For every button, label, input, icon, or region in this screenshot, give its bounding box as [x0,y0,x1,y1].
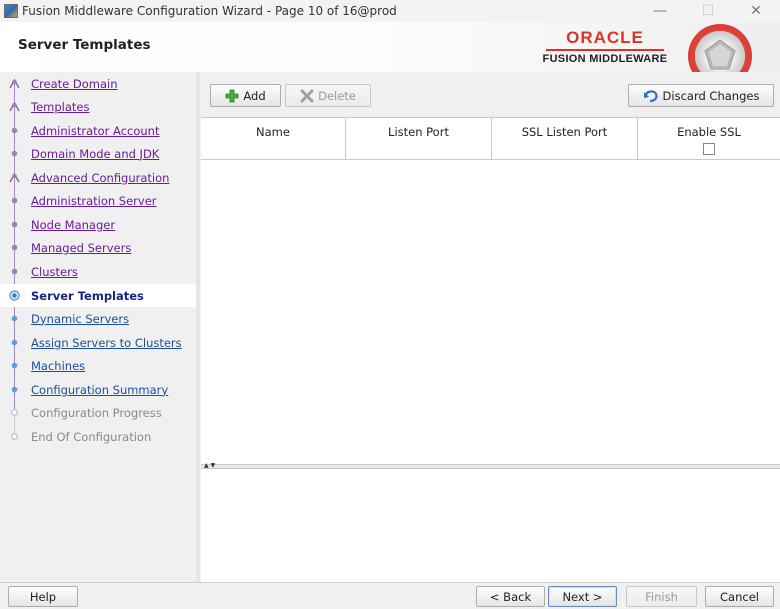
server-templates-table[interactable]: Name Listen Port SSL Listen Port Enable … [201,117,780,464]
nav-item-end-of-configuration: End Of Configuration [0,425,196,448]
nav-item-managed-servers[interactable]: Managed Servers [0,236,196,259]
column-header-ssl-listen-port[interactable]: SSL Listen Port [492,118,638,160]
table-header: Name Listen Port SSL Listen Port Enable … [201,118,780,160]
delete-x-icon [300,89,314,103]
nav-item-label: Machines [31,358,86,373]
nav-item-domain-mode-jdk[interactable]: Domain Mode and JDK [0,142,196,165]
step-complete-icon [11,244,18,251]
main-content: Add Delete Discard Changes Name Listen P… [200,72,780,582]
step-complete-icon [11,127,18,134]
column-header-enable-ssl[interactable]: Enable SSL [638,118,780,160]
step-pending-icon [11,386,18,393]
enable-ssl-all-checkbox[interactable] [703,143,715,155]
step-pending-icon [11,362,18,369]
step-disabled-icon [11,409,18,416]
delete-button-label: Delete [318,88,356,103]
nav-item-label: Node Manager [31,217,116,232]
nav-item-dynamic-servers[interactable]: Dynamic Servers [0,307,196,330]
nav-item-label: Templates [31,99,90,114]
page-title: Server Templates [18,37,151,53]
nav-item-clusters[interactable]: Clusters [0,260,196,283]
finish-button[interactable]: Finish [626,586,697,607]
step-complete-icon [11,268,18,275]
page-header: Server Templates ORACLE FUSION MIDDLEWAR… [0,22,780,88]
nav-item-label: Create Domain [31,76,118,91]
undo-icon [643,89,659,103]
nav-item-assign-servers-to-clusters[interactable]: Assign Servers to Clusters [0,331,196,354]
step-current-icon [9,290,20,301]
minimize-icon: — [653,3,667,19]
maximize-icon: ☐ [701,3,715,19]
nav-item-templates[interactable]: Templates [0,95,196,118]
fusion-middleware-wordmark: FUSION MIDDLEWARE [542,53,668,65]
step-complete-icon [11,221,18,228]
close-button[interactable]: ✕ [732,0,780,22]
nav-item-label: Configuration Summary [31,382,169,397]
step-complete-icon [11,197,18,204]
minimize-button[interactable]: — [636,0,684,22]
wizard-footer: Help < Back Next > Finish Cancel [0,582,780,609]
step-complete-icon [9,172,20,183]
next-button[interactable]: Next > [548,586,617,607]
step-complete-icon [11,150,18,157]
cancel-button[interactable]: Cancel [705,586,774,607]
logo-divider [546,49,664,51]
discard-changes-button[interactable]: Discard Changes [628,84,774,107]
add-button[interactable]: Add [210,84,281,107]
details-pane [201,469,780,582]
nav-item-label: Advanced Configuration [31,170,170,185]
oracle-wordmark: ORACLE [566,28,644,47]
nav-item-label: Assign Servers to Clusters [31,335,182,350]
plus-icon [225,89,239,103]
step-pending-icon [11,315,18,322]
column-header-name[interactable]: Name [201,118,346,160]
step-complete-icon [9,78,20,89]
column-header-listen-port[interactable]: Listen Port [346,118,492,160]
nav-item-administration-server[interactable]: Administration Server [0,189,196,212]
app-icon [4,4,18,18]
step-pending-icon [11,339,18,346]
nav-item-label: Configuration Progress [31,405,162,420]
help-button[interactable]: Help [8,586,78,607]
nav-item-label: Administrator Account [31,123,160,138]
nav-item-label: Administration Server [31,193,157,208]
delete-button[interactable]: Delete [285,84,371,107]
nav-item-node-manager[interactable]: Node Manager [0,213,196,236]
maximize-button[interactable]: ☐ [684,0,732,22]
nav-item-label: Clusters [31,264,78,279]
nav-item-label: Server Templates [31,288,144,303]
nav-item-label: Dynamic Servers [31,311,130,326]
oracle-logo: ORACLE FUSION MIDDLEWARE [540,28,670,66]
step-disabled-icon [11,433,18,440]
nav-item-configuration-summary[interactable]: Configuration Summary [0,378,196,401]
nav-item-machines[interactable]: Machines [0,354,196,377]
nav-item-label: Managed Servers [31,240,132,255]
window-title: Fusion Middleware Configuration Wizard -… [22,4,397,18]
nav-item-server-templates[interactable]: Server Templates [0,284,196,307]
nav-item-label: Domain Mode and JDK [31,146,160,161]
splitter-arrows-icon: ▲▼ [204,462,218,469]
nav-item-create-domain[interactable]: Create Domain [0,72,196,95]
back-button[interactable]: < Back [476,586,545,607]
close-icon: ✕ [750,3,762,19]
nav-item-administrator-account[interactable]: Administrator Account [0,119,196,142]
nav-item-advanced-configuration[interactable]: Advanced Configuration [0,166,196,189]
discard-changes-label: Discard Changes [662,88,760,103]
title-bar: Fusion Middleware Configuration Wizard -… [0,0,780,22]
nav-item-label: End Of Configuration [31,429,152,444]
step-complete-icon [9,101,20,112]
add-button-label: Add [243,88,266,103]
nav-item-configuration-progress: Configuration Progress [0,401,196,424]
